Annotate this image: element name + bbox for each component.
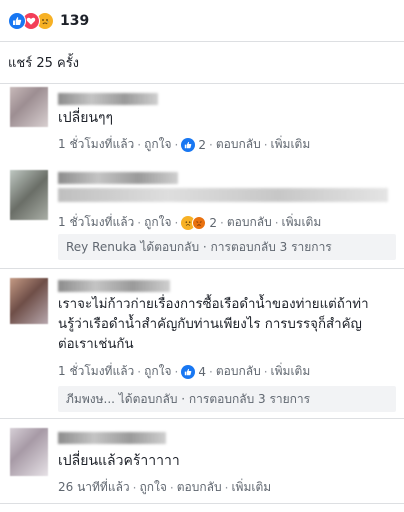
more-link[interactable]: เพิ่มเติม (271, 362, 311, 381)
comment-time[interactable]: 1 ชั่วโมงที่แล้ว (58, 135, 134, 154)
comment-text-blurred (58, 188, 388, 202)
comment-text-line: เราจะไม่ก้าวก่ายเรื่องการซื้อเรือดำน้ำขอ… (58, 297, 369, 312)
like-icon (181, 364, 196, 379)
like-icon (181, 137, 196, 152)
like-link[interactable]: ถูกใจ (144, 362, 171, 381)
like-link[interactable]: ถูกใจ (144, 135, 171, 154)
shares-count[interactable]: แชร์ 25 ครั้ง (0, 42, 404, 84)
avatar[interactable] (10, 278, 48, 324)
divider (0, 503, 404, 504)
comment-text-line: ต่อเราเช่นกัน (58, 337, 134, 352)
separator: · (274, 215, 279, 230)
divider (0, 268, 404, 269)
like-icon (8, 11, 26, 30)
comment-reactions[interactable]: 2 (181, 215, 218, 230)
like-link[interactable]: ถูกใจ (140, 478, 167, 497)
comment-text: เปลี่ยนๆๆ (58, 110, 114, 126)
separator: · (174, 215, 179, 230)
comment-time[interactable]: 1 ชั่วโมงที่แล้ว (58, 362, 134, 381)
more-link[interactable]: เพิ่มเติม (231, 478, 271, 497)
separator: · (174, 364, 179, 379)
separator: · (220, 215, 224, 230)
angry-icon (192, 215, 207, 230)
reaction-icons (8, 11, 54, 30)
comment-meta: 26 นาทีที่แล้ว · ถูกใจ · ตอบกลับ · เพิ่ม… (58, 478, 271, 497)
commenter-name[interactable] (58, 172, 178, 184)
divider (0, 418, 404, 419)
comment: 1 ชั่วโมงที่แล้ว · ถูกใจ · 2 · ตอบกลับ ·… (0, 160, 404, 270)
view-replies[interactable]: ภีมพงษ... ได้ตอบกลับ · การตอบกลับ 3 รายก… (58, 386, 396, 412)
like-link[interactable]: ถูกใจ (144, 213, 171, 232)
comments-panel: 139 แชร์ 25 ครั้ง เปลี่ยนๆๆ 1 ชั่วโมงที่… (0, 0, 404, 512)
more-link[interactable]: เพิ่มเติม (282, 213, 322, 232)
separator: · (263, 364, 268, 379)
reply-link[interactable]: ตอบกลับ (177, 478, 222, 497)
comment: เปลี่ยนๆๆ 1 ชั่วโมงที่แล้ว · ถูกใจ · 2 ·… (0, 85, 404, 155)
comment-reaction-count: 2 (209, 215, 218, 230)
avatar[interactable] (10, 170, 48, 220)
avatar[interactable] (10, 87, 48, 127)
comment-meta: 1 ชั่วโมงที่แล้ว · ถูกใจ · 2 · ตอบกลับ ·… (58, 213, 321, 232)
reactions-summary[interactable]: 139 (0, 0, 404, 42)
separator: · (132, 480, 137, 495)
avatar[interactable] (10, 428, 48, 476)
separator: · (263, 137, 268, 152)
separator: · (137, 137, 142, 152)
comment-text: เปลี่ยนแล้วคร้าาาาา (58, 453, 180, 469)
comment-time[interactable]: 26 นาทีที่แล้ว (58, 478, 130, 497)
comment-reactions[interactable]: 2 (181, 137, 207, 152)
comment: เปลี่ยนแล้วคร้าาาาา 26 นาทีที่แล้ว · ถูก… (0, 422, 404, 502)
separator: · (137, 364, 142, 379)
comment-time[interactable]: 1 ชั่วโมงที่แล้ว (58, 213, 134, 232)
comment-meta: 1 ชั่วโมงที่แล้ว · ถูกใจ · 4 · ตอบกลับ ·… (58, 362, 310, 381)
comment-reactions[interactable]: 4 (181, 364, 207, 379)
view-replies[interactable]: Rey Renuka ได้ตอบกลับ · การตอบกลับ 3 ราย… (58, 234, 396, 260)
reply-link[interactable]: ตอบกลับ (227, 213, 272, 232)
comment: เราจะไม่ก้าวก่ายเรื่องการซื้อเรือดำน้ำขอ… (0, 272, 404, 417)
reply-link[interactable]: ตอบกลับ (216, 135, 261, 154)
comment-reaction-count: 4 (198, 364, 207, 379)
reply-link[interactable]: ตอบกลับ (216, 362, 261, 381)
separator: · (169, 480, 174, 495)
commenter-name[interactable] (58, 93, 158, 105)
comment-reaction-count: 2 (198, 137, 207, 152)
separator: · (209, 364, 213, 379)
commenter-name[interactable] (58, 280, 170, 292)
separator: · (174, 137, 179, 152)
commenter-name[interactable] (58, 432, 166, 444)
comment-text-line: นรู้ว่าเรือดำน้ำสำคัญกับท่านเพียงไร การบ… (58, 317, 362, 332)
separator: · (224, 480, 229, 495)
comment-meta: 1 ชั่วโมงที่แล้ว · ถูกใจ · 2 · ตอบกลับ ·… (58, 135, 310, 154)
separator: · (137, 215, 142, 230)
reaction-count: 139 (60, 12, 90, 29)
separator: · (209, 137, 213, 152)
more-link[interactable]: เพิ่มเติม (271, 135, 311, 154)
